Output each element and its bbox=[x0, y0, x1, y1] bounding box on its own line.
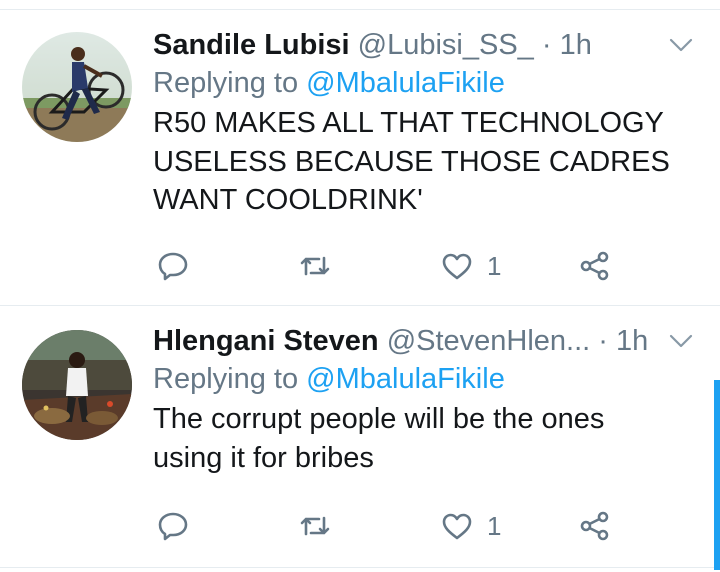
author-handle[interactable]: @StevenHlen... bbox=[387, 325, 591, 357]
tweet-text-line: using it for bribes bbox=[153, 441, 374, 474]
tweet-content: Hlengani Steven @StevenHlen... · 1h Repl… bbox=[153, 322, 680, 477]
reply-mention-link[interactable]: @MbalulaFikile bbox=[306, 363, 505, 395]
avatar[interactable] bbox=[22, 32, 132, 142]
like-button[interactable]: 1 bbox=[439, 246, 501, 286]
retweet-icon bbox=[297, 508, 333, 544]
chevron-down-icon[interactable] bbox=[666, 326, 696, 356]
replying-to: Replying to @MbalulaFikile bbox=[153, 360, 680, 398]
share-button[interactable] bbox=[577, 506, 613, 546]
share-icon bbox=[577, 508, 613, 544]
tweet-text-line: USELESS BECAUSE THOSE CADRES bbox=[153, 145, 670, 178]
author-handle[interactable]: @Lubisi_SS_ bbox=[358, 29, 534, 61]
share-icon bbox=[577, 248, 613, 284]
like-count: 1 bbox=[487, 250, 502, 281]
tweet-text: R50 MAKES ALL THAT TECHNOLOGY USELESS BE… bbox=[153, 104, 680, 220]
tweet-header: Hlengani Steven @StevenHlen... · 1h bbox=[153, 322, 680, 360]
tweet-actions: 1 bbox=[153, 506, 720, 546]
tweet-text-line: The corrupt people will be the ones bbox=[153, 403, 605, 435]
retweet-icon bbox=[297, 248, 333, 284]
tweet-header: Sandile Lubisi @Lubisi_SS_ · 1h bbox=[153, 26, 680, 64]
reply-icon bbox=[155, 508, 191, 544]
heart-icon bbox=[439, 508, 475, 544]
author-name[interactable]: Sandile Lubisi bbox=[153, 29, 350, 61]
heart-icon bbox=[439, 248, 475, 284]
reply-button[interactable] bbox=[155, 246, 191, 286]
replying-to-label: Replying to bbox=[153, 363, 299, 395]
tweet-text: The corrupt people will be the ones usin… bbox=[153, 400, 680, 477]
tweet-content: Sandile Lubisi @Lubisi_SS_ · 1h Replying… bbox=[153, 26, 680, 220]
share-button[interactable] bbox=[577, 246, 613, 286]
retweet-button[interactable] bbox=[297, 506, 333, 546]
top-divider bbox=[0, 0, 720, 10]
reply-button[interactable] bbox=[155, 506, 191, 546]
avatar[interactable] bbox=[22, 330, 132, 440]
retweet-button[interactable] bbox=[297, 246, 333, 286]
like-count: 1 bbox=[487, 510, 502, 541]
scrollbar[interactable] bbox=[714, 380, 720, 570]
timestamp[interactable]: 1h bbox=[616, 325, 648, 357]
like-button[interactable]: 1 bbox=[439, 506, 501, 546]
replying-to-label: Replying to bbox=[153, 67, 299, 99]
tweet-text-line: R50 MAKES ALL THAT TECHNOLOGY bbox=[153, 107, 664, 139]
tweet-text-line: WANT COOLDRINK' bbox=[153, 184, 423, 216]
reply-icon bbox=[155, 248, 191, 284]
separator: · bbox=[598, 325, 608, 357]
tweet[interactable]: Hlengani Steven @StevenHlen... · 1h Repl… bbox=[0, 306, 720, 568]
tweet-actions: 1 bbox=[153, 246, 720, 286]
chevron-down-icon[interactable] bbox=[666, 30, 696, 60]
replying-to: Replying to @MbalulaFikile bbox=[153, 64, 680, 102]
author-name[interactable]: Hlengani Steven bbox=[153, 325, 379, 357]
separator: · bbox=[541, 29, 552, 61]
tweet[interactable]: Sandile Lubisi @Lubisi_SS_ · 1h Replying… bbox=[0, 10, 720, 306]
reply-mention-link[interactable]: @MbalulaFikile bbox=[306, 67, 505, 99]
timestamp[interactable]: 1h bbox=[560, 29, 592, 61]
